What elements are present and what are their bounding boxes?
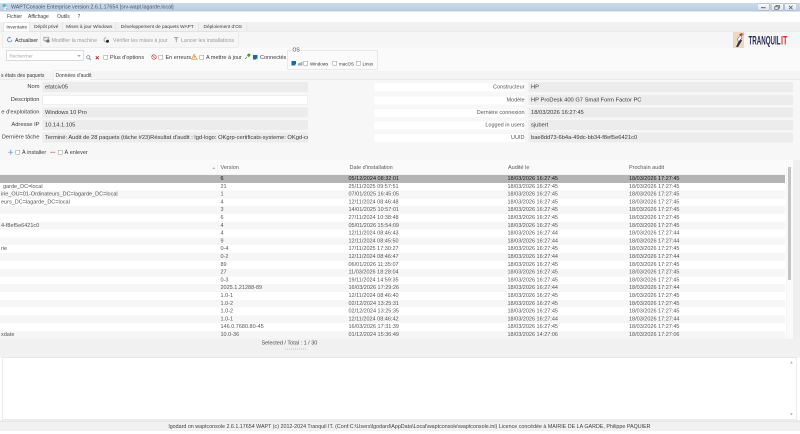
svg-text:IT: IT [781, 36, 788, 48]
svg-text:TRANQUIL: TRANQUIL [749, 36, 781, 48]
